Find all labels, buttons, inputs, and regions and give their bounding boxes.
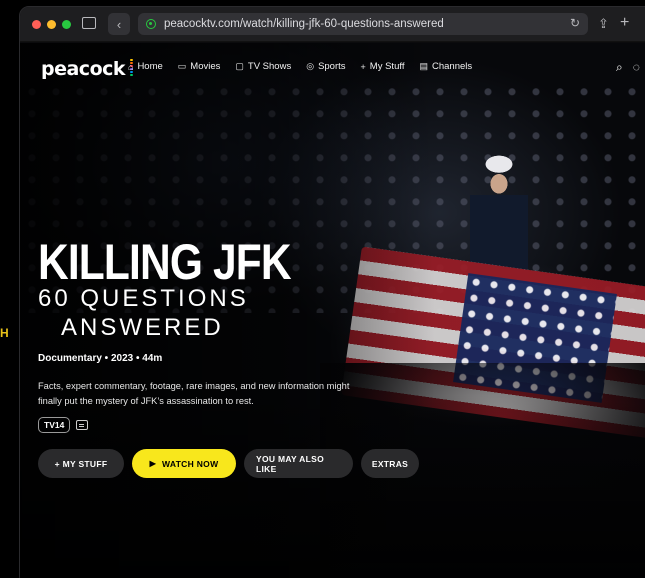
logo-dot — [130, 74, 133, 76]
play-icon: ▶ — [149, 459, 157, 468]
rating-badge: TV14 — [38, 417, 71, 433]
button-label: EXTRAS — [371, 458, 409, 469]
nav-item-tv-shows[interactable]: ▢ TV Shows — [235, 61, 291, 72]
search-icon[interactable]: ⌕ — [616, 60, 623, 75]
minimize-window-button[interactable] — [47, 19, 56, 29]
show-title: KILLING JFK — [38, 234, 292, 290]
url-text[interactable]: peacocktv.com/watch/killing-jfk-60-quest… — [164, 18, 444, 30]
button-label: WATCH NOW — [162, 458, 219, 469]
show-subtitle-line1: 60 QUESTIONS — [38, 285, 249, 312]
plus-icon: + — [360, 61, 366, 72]
peacock-logo[interactable]: peacock — [41, 58, 126, 80]
close-window-button[interactable] — [32, 19, 41, 29]
sports-icon: ◎ — [306, 61, 315, 71]
zoom-window-button[interactable] — [62, 19, 71, 29]
tv-icon: ▢ — [235, 61, 244, 71]
browser-toolbar: ‹ peacocktv.com/watch/killing-jfk-60-que… — [20, 7, 645, 42]
nav-item-label: Channels — [431, 61, 473, 72]
new-tab-icon[interactable]: + — [620, 14, 629, 32]
nav-item-label: Movies — [190, 61, 221, 72]
address-bar[interactable]: peacocktv.com/watch/killing-jfk-60-quest… — [138, 13, 588, 35]
window-controls — [32, 19, 71, 29]
share-icon[interactable]: ⇪ — [598, 16, 609, 32]
nav-item-sports[interactable]: ◎ Sports — [306, 61, 345, 72]
top-navigation: peacock ⌂ Home ▭ Movies ▢ TV Shows ◎ Spo… — [20, 43, 645, 93]
nav-item-movies[interactable]: ▭ Movies — [178, 61, 221, 72]
watch-now-button[interactable]: ▶ WATCH NOW — [132, 449, 236, 478]
nav-item-label: My Stuff — [369, 61, 405, 72]
nav-item-label: Sports — [318, 61, 346, 72]
show-metadata: Documentary • 2023 • 44m — [38, 353, 163, 364]
profile-icon[interactable]: ◌ — [633, 60, 640, 75]
button-label: + MY STUFF — [54, 458, 108, 469]
extras-button[interactable]: EXTRAS — [361, 449, 419, 478]
site-security-icon — [146, 19, 156, 29]
nav-item-home[interactable]: ⌂ Home — [128, 61, 163, 72]
nav-item-channels[interactable]: ▤ Channels — [419, 61, 472, 72]
nav-item-my-stuff[interactable]: + My Stuff — [361, 61, 405, 72]
you-may-also-like-button[interactable]: YOU MAY ALSO LIKE — [244, 449, 353, 478]
button-label: YOU MAY ALSO LIKE — [256, 453, 324, 474]
badge-row: TV14 — [38, 417, 89, 433]
add-to-my-stuff-button[interactable]: + MY STUFF — [38, 449, 124, 478]
back-icon[interactable]: ‹ — [108, 13, 130, 35]
show-description: Facts, expert commentary, footage, rare … — [38, 381, 350, 406]
home-icon: ⌂ — [128, 61, 134, 72]
nav-utility-icons: ⌕ ◌ — [616, 60, 640, 75]
movies-icon: ▭ — [177, 61, 187, 71]
nav-menu: ⌂ Home ▭ Movies ▢ TV Shows ◎ Sports + My… — [128, 61, 472, 72]
reload-icon[interactable]: ↻ — [570, 16, 580, 30]
show-subtitle-line2: ANSWERED — [61, 314, 224, 341]
browser-window: ‹ peacocktv.com/watch/killing-jfk-60-que… — [19, 6, 645, 578]
nav-item-label: Home — [137, 61, 163, 72]
action-buttons: + MY STUFF ▶ WATCH NOW YOU MAY ALSO LIKE… — [38, 449, 419, 478]
offscreen-edge-letter: H — [0, 326, 9, 340]
sidebar-icon[interactable] — [82, 17, 96, 29]
nav-item-label: TV Shows — [247, 61, 292, 72]
closed-captions-icon — [76, 420, 89, 430]
channels-icon: ▤ — [419, 61, 428, 71]
